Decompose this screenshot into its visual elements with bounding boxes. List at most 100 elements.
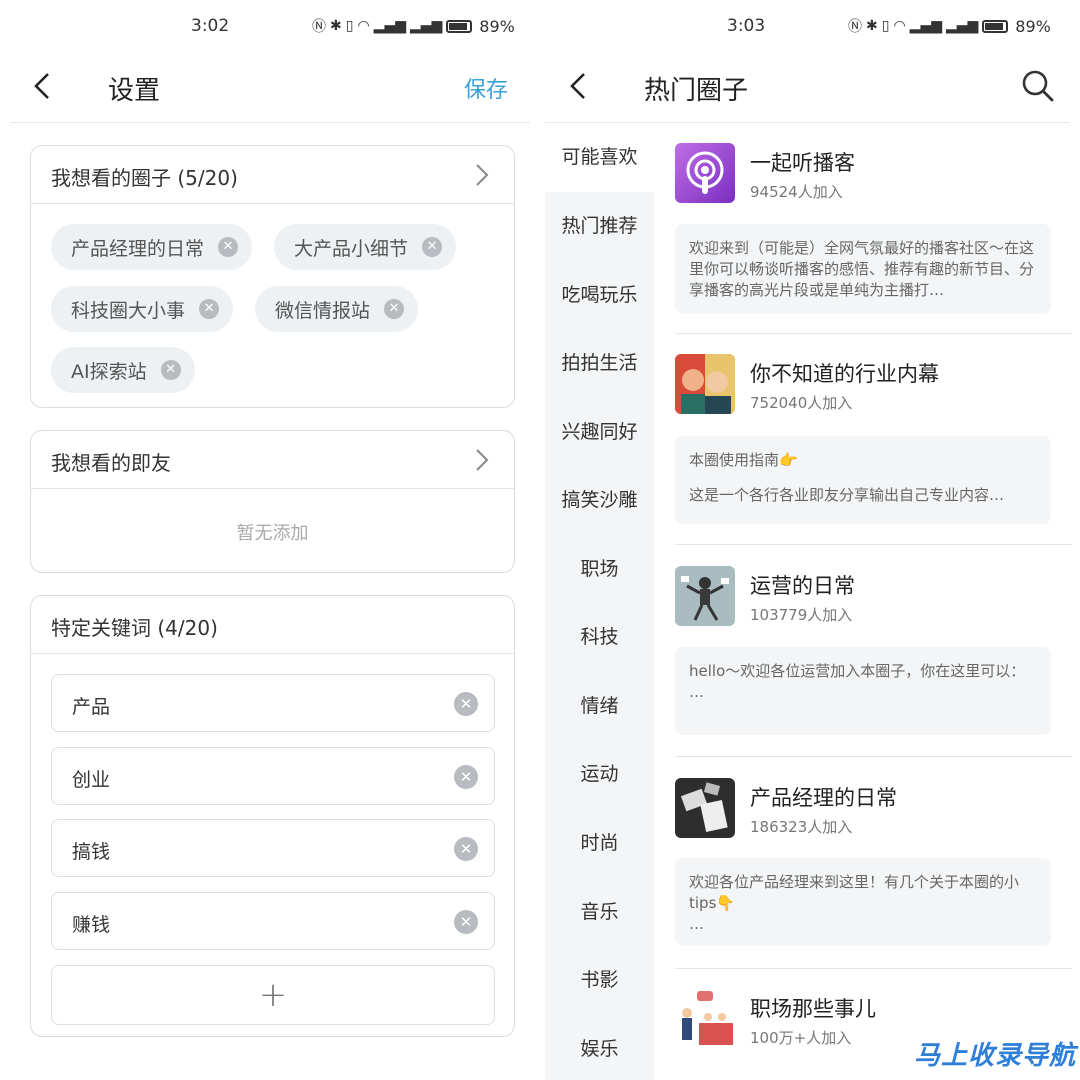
back-button[interactable] [28,68,58,104]
category-item[interactable]: 吃喝玩乐 [545,275,654,315]
circle-name: 你不知道的行业内幕 [750,362,939,386]
friends-section-label: 我想看的即友 [51,451,171,475]
chevron-right-icon [476,449,489,471]
remove-icon[interactable]: ✕ [218,237,239,257]
clear-icon[interactable]: ✕ [454,692,478,716]
circle-avatar [675,778,735,838]
circle-chip[interactable]: 科技圈大小事 ✕ [51,286,234,332]
add-keyword-button[interactable]: + [51,965,495,1025]
circle-avatar [675,989,735,1049]
watermark: 马上收录导航 [913,1041,1076,1071]
member-count: 100万+人加入 [750,1029,852,1047]
category-item[interactable]: 情绪 [545,686,654,726]
category-item[interactable]: 拍拍生活 [545,343,654,383]
keyword-field[interactable]: 赚钱 ✕ [51,892,495,950]
plus-icon: + [258,975,288,1015]
settings-screen: 3:02 Ⓝ ✱ ▯ ◠ ▂▄▆ ▂▄▆ 89% 设置 保存 我想看的圈子 (5… [0,0,540,1080]
chevron-left-icon [570,73,585,99]
keywords-section-label: 特定关键词 (4/20) [51,616,218,640]
signal-icon: ▂▄▆ [945,18,979,34]
divider [675,756,1072,757]
page-title: 设置 [108,76,161,106]
save-button[interactable]: 保存 [464,72,508,104]
vibrate-icon: ▯ [345,18,354,34]
vibrate-icon: ▯ [881,18,890,34]
category-item[interactable]: 兴趣同好 [545,412,654,452]
remove-icon[interactable]: ✕ [384,299,405,319]
category-item[interactable]: 音乐 [545,892,654,932]
chevron-left-icon [34,73,49,99]
hot-circles-screen: 3:03 Ⓝ ✱ ▯ ◠ ▂▄▆ ▂▄▆ 89% 热门圈子 可能喜欢 热门推荐 … [540,0,1080,1080]
battery-icon [446,19,473,33]
status-icons: Ⓝ ✱ ▯ ◠ ▂▄▆ ▂▄▆ 89% [312,16,515,36]
remove-icon[interactable]: ✕ [422,237,443,257]
status-bar: 3:03 Ⓝ ✱ ▯ ◠ ▂▄▆ ▂▄▆ 89% [540,14,1080,42]
wifi-icon: ◠ [893,18,906,34]
circle-chip[interactable]: AI探索站 ✕ [51,347,195,393]
circle-avatar [675,354,735,414]
keyword-field[interactable]: 搞钱 ✕ [51,819,495,877]
battery-percent: 89% [479,16,515,36]
status-time: 3:02 [191,16,230,36]
category-item[interactable]: 职场 [545,549,654,589]
back-button[interactable] [564,68,594,104]
circle-name: 运营的日常 [750,574,855,598]
status-time: 3:03 [727,16,766,36]
friends-card: 我想看的即友 暂无添加 [30,430,515,573]
divider [545,122,1070,123]
category-item[interactable]: 运动 [545,754,654,794]
empty-text: 暂无添加 [236,523,309,544]
circle-chip[interactable]: 产品经理的日常 ✕ [51,224,253,270]
category-sidebar: 可能喜欢 热门推荐 吃喝玩乐 拍拍生活 兴趣同好 搞笑沙雕 职场 科技 情绪 运… [545,124,654,1080]
podcast-icon [675,143,735,203]
divider [675,333,1072,334]
remove-icon[interactable]: ✕ [199,299,220,319]
category-item[interactable]: 时尚 [545,823,654,863]
circles-header[interactable]: 我想看的圈子 (5/20) [31,146,514,204]
divider [675,544,1072,545]
member-count: 103779人加入 [750,606,853,624]
wifi-icon: ◠ [357,18,370,34]
circle-name: 产品经理的日常 [750,786,897,810]
category-item[interactable]: 科技 [545,617,654,657]
clear-icon[interactable]: ✕ [454,765,478,789]
member-count: 186323人加入 [750,818,853,836]
clear-icon[interactable]: ✕ [454,837,478,861]
category-item[interactable]: 娱乐 [545,1029,654,1069]
search-icon [1022,70,1054,102]
category-item[interactable]: 搞笑沙雕 [545,480,654,520]
remove-icon[interactable]: ✕ [160,360,181,380]
circle-name: 一起听播客 [750,151,855,175]
keyword-field[interactable]: 产品 ✕ [51,674,495,732]
keyword-field[interactable]: 创业 ✕ [51,747,495,805]
battery-percent: 89% [1015,16,1051,36]
divider [10,122,530,123]
bluetooth-icon: ✱ [330,18,342,34]
nfc-icon: Ⓝ [848,19,862,35]
guide-title: 本圈使用指南👉 [689,451,798,469]
signal-icon: ▂▄▆ [373,18,406,34]
friends-header[interactable]: 我想看的即友 [31,431,514,489]
status-icons: Ⓝ ✱ ▯ ◠ ▂▄▆ ▂▄▆ 89% [848,16,1051,36]
member-count: 94524人加入 [750,183,843,201]
circle-description: 本圈使用指南👉 这是一个各行各业即友分享输出自己专业内容… [675,436,1051,524]
battery-icon [982,19,1009,33]
member-count: 752040人加入 [750,394,853,412]
clear-icon[interactable]: ✕ [454,910,478,934]
circles-card: 我想看的圈子 (5/20) 产品经理的日常 ✕ 大产品小细节 ✕ 科技圈大小事 ✕ 微… [30,145,515,408]
divider [675,968,1072,969]
signal-icon: ▂▄▆ [909,18,942,34]
circle-name: 职场那些事儿 [750,997,876,1021]
circles-section-label: 我想看的圈子 (5/20) [51,166,238,190]
circle-description: 欢迎来到（可能是）全网气氛最好的播客社区～在这里你可以畅谈听播客的感悟、推荐有趣… [675,224,1051,314]
category-item[interactable]: 书影 [545,960,654,1000]
search-button[interactable] [1020,68,1056,104]
circle-description: hello～欢迎各位运营加入本圈子，你在这里可以： … [675,647,1051,735]
bluetooth-icon: ✱ [866,18,878,34]
category-item[interactable]: 热门推荐 [545,206,654,246]
nfc-icon: Ⓝ [312,19,326,35]
category-item[interactable]: 可能喜欢 [545,124,654,192]
circle-chip[interactable]: 微信情报站 ✕ [255,286,419,332]
circle-chip[interactable]: 大产品小细节 ✕ [274,224,457,270]
page-title: 热门圈子 [644,76,749,106]
